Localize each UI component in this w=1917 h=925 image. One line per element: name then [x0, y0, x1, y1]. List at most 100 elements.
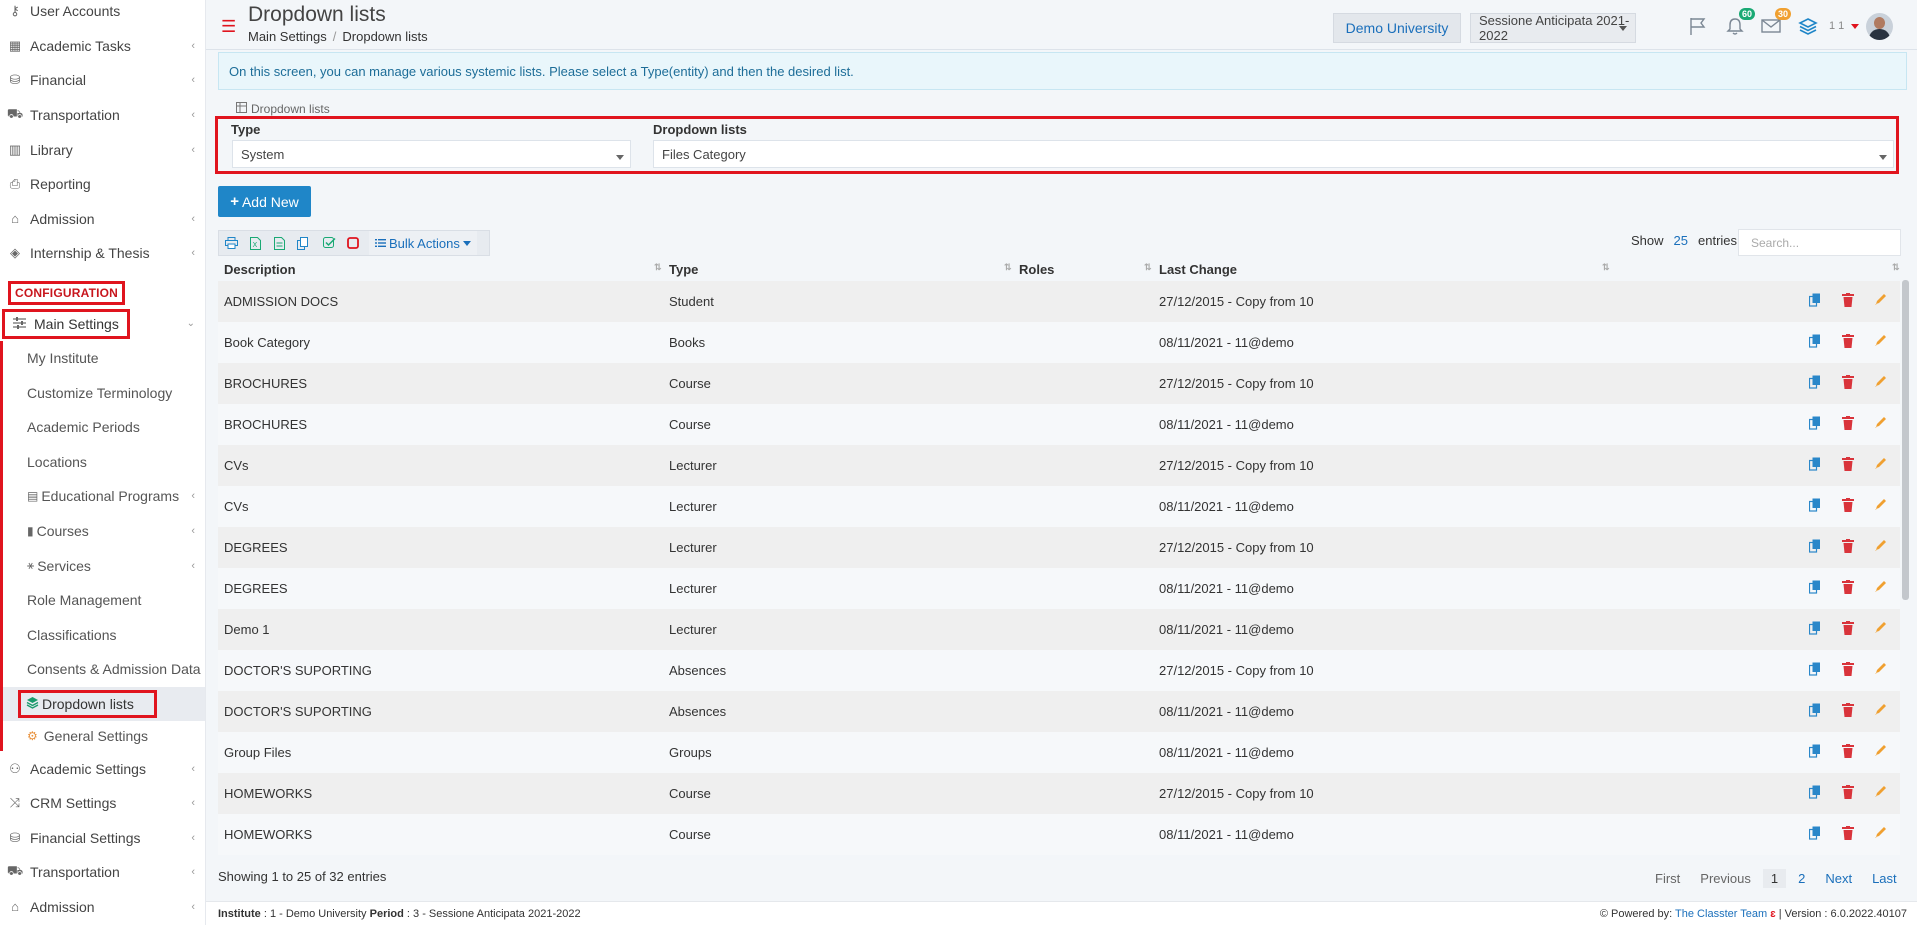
- sidebar.items_bottom-4[interactable]: ⌂ Admission ‹: [0, 890, 205, 925]
- edit-row-icon[interactable]: [1874, 662, 1888, 678]
- pagination-page-1[interactable]: 1: [1762, 869, 1787, 888]
- sidebar.sub_items-1[interactable]: Customize Terminology: [3, 375, 205, 410]
- copy-row-icon[interactable]: [1808, 457, 1823, 473]
- column-header-roles[interactable]: Roles: [1019, 262, 1054, 277]
- edit-row-icon[interactable]: [1874, 580, 1888, 596]
- copy-icon[interactable]: [291, 231, 315, 255]
- flag-icon[interactable]: [1686, 14, 1710, 38]
- edit-row-icon[interactable]: [1874, 826, 1888, 842]
- sidebar.items_top-0[interactable]: ⚷ User Accounts: [0, 0, 205, 29]
- table-row[interactable]: Group Files Groups 08/11/2021 - 11@demo: [218, 732, 1900, 773]
- sidebar.items_bottom-1[interactable]: ⤨ CRM Settings ‹: [0, 786, 205, 821]
- edit-row-icon[interactable]: [1874, 498, 1888, 514]
- edit-row-icon[interactable]: [1874, 539, 1888, 555]
- copy-row-icon[interactable]: [1808, 703, 1823, 719]
- delete-row-icon[interactable]: [1842, 744, 1856, 760]
- sidebar.items_top-6[interactable]: ⌂ Admission ‹: [0, 202, 205, 237]
- table-row[interactable]: DEGREES Lecturer 27/12/2015 - Copy from 10: [218, 527, 1900, 568]
- delete-row-icon[interactable]: [1842, 416, 1856, 432]
- stack-icon[interactable]: [1796, 14, 1820, 38]
- sidebar.sub_items-8[interactable]: Classifications: [3, 618, 205, 653]
- pagination-last[interactable]: Last: [1872, 871, 1897, 886]
- breadcrumb-main-settings[interactable]: Main Settings: [248, 29, 327, 44]
- copy-row-icon[interactable]: [1808, 375, 1823, 391]
- edit-row-icon[interactable]: [1874, 621, 1888, 637]
- copy-row-icon[interactable]: [1808, 416, 1823, 432]
- envelope-icon[interactable]: 30: [1759, 8, 1791, 38]
- sort-icon[interactable]: ⇅: [654, 262, 662, 273]
- copy-row-icon[interactable]: [1808, 621, 1823, 637]
- table-row[interactable]: Book Category Books 08/11/2021 - 11@demo: [218, 322, 1900, 363]
- sidebar.sub_items-9[interactable]: Consents & Admission Data: [3, 652, 205, 687]
- copy-row-icon[interactable]: [1808, 826, 1823, 842]
- print-icon[interactable]: [219, 231, 243, 255]
- delete-row-icon[interactable]: [1842, 334, 1856, 350]
- classter-team-link[interactable]: The Classter Team: [1675, 908, 1767, 920]
- edit-row-icon[interactable]: [1874, 375, 1888, 391]
- sidebar.items_top-5[interactable]: ⎙ Reporting: [0, 167, 205, 202]
- copy-row-icon[interactable]: [1808, 539, 1823, 555]
- sort-icon[interactable]: ⇅: [1144, 262, 1152, 273]
- user-caret-icon[interactable]: [1851, 24, 1859, 29]
- copy-row-icon[interactable]: [1808, 662, 1823, 678]
- pagination-previous[interactable]: Previous: [1700, 871, 1751, 886]
- delete-row-icon[interactable]: [1842, 539, 1856, 555]
- delete-row-icon[interactable]: [1842, 457, 1856, 473]
- table-row[interactable]: BROCHURES Course 08/11/2021 - 11@demo: [218, 404, 1900, 445]
- avatar[interactable]: [1866, 13, 1893, 40]
- bulk-actions-dropdown[interactable]: Bulk Actions: [369, 231, 477, 255]
- edit-row-icon[interactable]: [1874, 785, 1888, 801]
- pagination-page-2[interactable]: 2: [1798, 871, 1805, 886]
- hamburger-menu-icon[interactable]: ☰: [221, 18, 236, 35]
- sidebar.items_bottom-3[interactable]: ⛟ Transportation ‹: [0, 855, 205, 890]
- delete-row-icon[interactable]: [1842, 293, 1856, 309]
- sidebar.sub_items-2[interactable]: Academic Periods: [3, 410, 205, 445]
- sort-icon[interactable]: ⇅: [1004, 262, 1012, 273]
- delete-row-icon[interactable]: [1842, 826, 1856, 842]
- dropdown-lists-select[interactable]: Files Category: [653, 140, 1894, 168]
- edit-row-icon[interactable]: [1874, 703, 1888, 719]
- delete-row-icon[interactable]: [1842, 580, 1856, 596]
- edit-row-icon[interactable]: [1874, 334, 1888, 350]
- table-row[interactable]: CVs Lecturer 27/12/2015 - Copy from 10: [218, 445, 1900, 486]
- table-row[interactable]: HOMEWORKS Course 27/12/2015 - Copy from 10: [218, 773, 1900, 814]
- table-row[interactable]: ADMISSION DOCS Student 27/12/2015 - Copy f…: [218, 281, 1900, 322]
- select-all-icon[interactable]: [317, 231, 341, 255]
- table-scrollbar[interactable]: [1902, 280, 1909, 600]
- delete-row-icon[interactable]: [1842, 785, 1856, 801]
- deselect-icon[interactable]: [341, 231, 365, 255]
- edit-row-icon[interactable]: [1874, 744, 1888, 760]
- bell-icon[interactable]: 60: [1723, 8, 1755, 38]
- csv-icon[interactable]: [267, 231, 291, 255]
- sidebar.sub_items-0[interactable]: My Institute: [3, 341, 205, 376]
- sidebar.items_top-3[interactable]: ⛟ Transportation ‹: [0, 98, 205, 133]
- type-select[interactable]: System: [232, 140, 631, 168]
- table-row[interactable]: CVs Lecturer 08/11/2021 - 11@demo: [218, 486, 1900, 527]
- edit-row-icon[interactable]: [1874, 293, 1888, 309]
- session-select[interactable]: Sessione Anticipata 2021-2022: [1470, 13, 1636, 43]
- table-row[interactable]: HOMEWORKS Course 08/11/2021 - 11@demo: [218, 814, 1900, 855]
- copy-row-icon[interactable]: [1808, 293, 1823, 309]
- column-header-description[interactable]: Description: [224, 262, 296, 277]
- delete-row-icon[interactable]: [1842, 662, 1856, 678]
- sidebar.items_bottom-2[interactable]: ⛁ Financial Settings ‹: [0, 820, 205, 855]
- table-row[interactable]: DEGREES Lecturer 08/11/2021 - 11@demo: [218, 568, 1900, 609]
- sidebar.sub_items-3[interactable]: Locations: [3, 445, 205, 480]
- copy-row-icon[interactable]: [1808, 498, 1823, 514]
- sidebar.items_top-7[interactable]: ◈ Internship & Thesis ‹: [0, 236, 205, 271]
- sidebar.sub_items-5[interactable]: ▮ Courses ‹: [3, 514, 205, 549]
- delete-row-icon[interactable]: [1842, 498, 1856, 514]
- edit-row-icon[interactable]: [1874, 416, 1888, 432]
- sidebar.sub_items-4[interactable]: ▤ Educational Programs ‹: [3, 479, 205, 514]
- search-input[interactable]: Search...: [1738, 229, 1901, 256]
- sort-icon[interactable]: ⇅: [1602, 262, 1610, 273]
- sidebar-item-dropdown-lists[interactable]: Dropdown lists: [3, 686, 205, 722]
- copy-row-icon[interactable]: [1808, 744, 1823, 760]
- sidebar-item-general-settings[interactable]: ⚙ General Settings: [3, 721, 205, 751]
- edit-row-icon[interactable]: [1874, 457, 1888, 473]
- sidebar.items_top-2[interactable]: ⛁ Financial ‹: [0, 63, 205, 98]
- copy-row-icon[interactable]: [1808, 580, 1823, 596]
- delete-row-icon[interactable]: [1842, 375, 1856, 391]
- delete-row-icon[interactable]: [1842, 703, 1856, 719]
- column-header-type[interactable]: Type: [669, 262, 698, 277]
